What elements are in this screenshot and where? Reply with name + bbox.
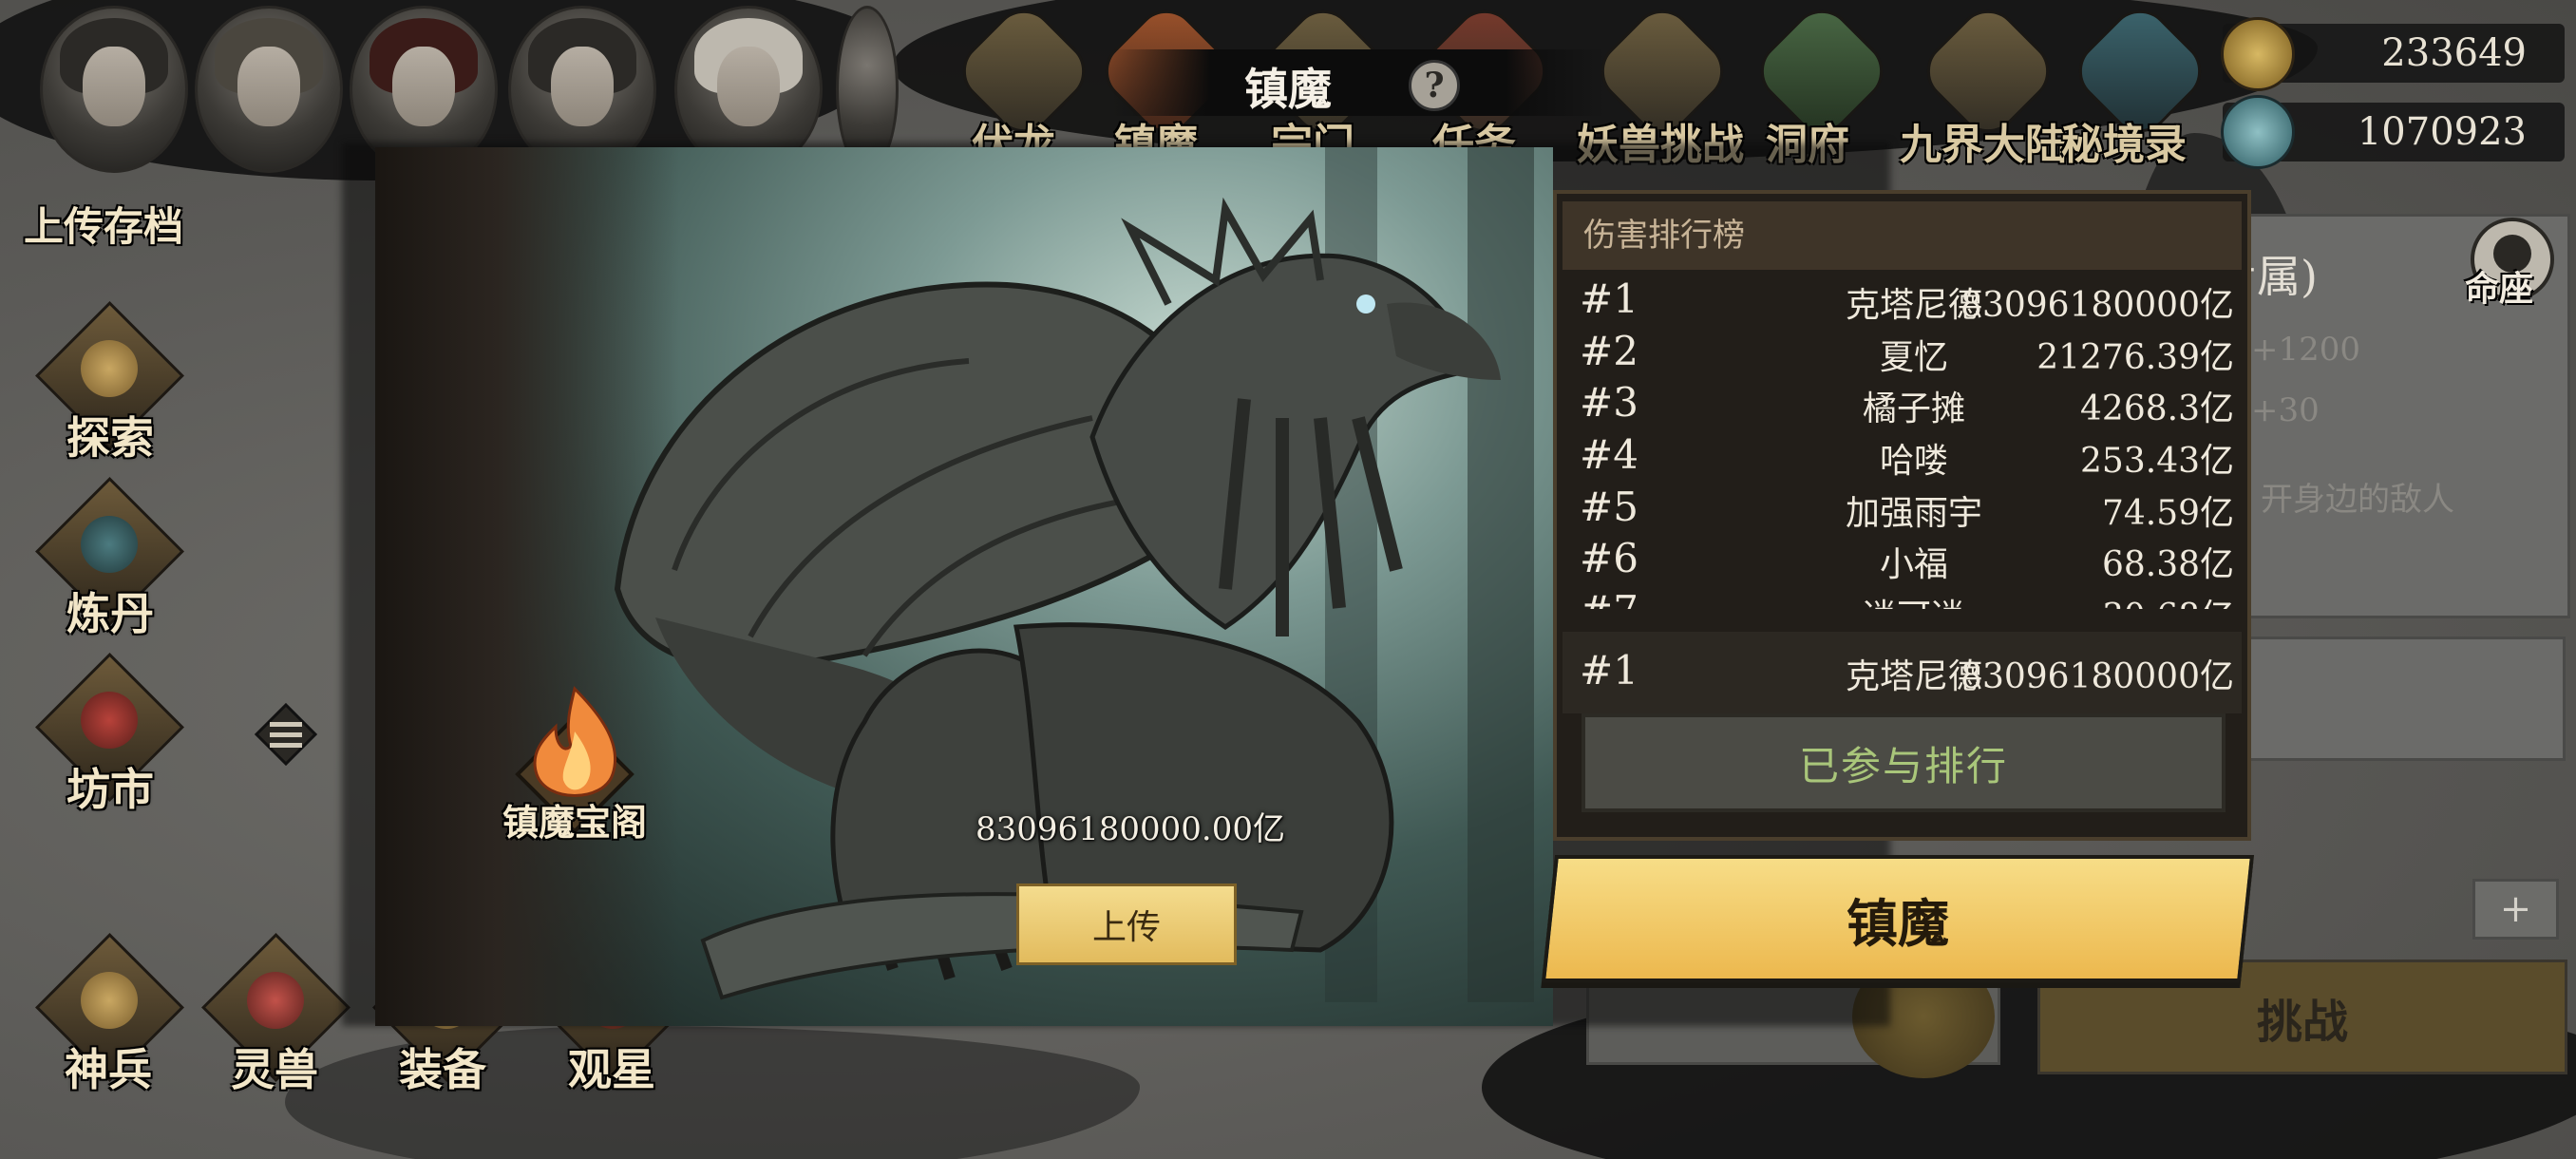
skill-desc: 开身边的敌人: [2261, 481, 2454, 519]
joined-ranking-button: 已参与排行: [1582, 713, 2226, 812]
explore-label: 探索: [66, 412, 154, 464]
equipment-label: 装备: [399, 1044, 486, 1095]
stat-1: +1200: [2251, 331, 2361, 369]
rank-row: #1 克塔尼德 83096180000亿: [1580, 276, 2234, 325]
subdue-button-label: 镇魔: [1847, 892, 1949, 954]
spirit-stone-value: 1070923: [2357, 110, 2527, 154]
background-card: [2223, 636, 2566, 761]
nav-continent[interactable]: 九界大陆: [1900, 0, 2071, 169]
leaderboard-title: 伤害排行榜: [1563, 201, 2242, 270]
spirit-beast-icon: [247, 972, 304, 1029]
rank-list[interactable]: #1 克塔尼德 83096180000亿 #2 夏忆 21276.39亿 #3 橘子摊 42…: [1563, 272, 2242, 609]
rank-row: #2 夏忆 21276.39亿: [1580, 328, 2234, 377]
weapon-icon: [81, 972, 138, 1029]
spirit-stone-icon: [2221, 95, 2295, 169]
boss-damage-text: 83096180000.00亿: [975, 810, 1286, 848]
nav-dragon[interactable]: 伏龙: [950, 0, 1098, 169]
subdue-vault-label[interactable]: 镇魔宝阁: [480, 793, 670, 846]
spirit-beast-label: 灵兽: [231, 1044, 318, 1095]
seat-label: 命座: [2465, 269, 2534, 309]
rank-row: #3 橘子摊 4268.3亿: [1580, 379, 2234, 428]
market-icon: [81, 692, 138, 749]
lantern-icon: [81, 340, 138, 397]
hero-portrait-1[interactable]: [40, 6, 188, 173]
market-label: 坊市: [66, 764, 154, 815]
weapon-label: 神兵: [65, 1044, 152, 1095]
copper-coin-icon: [2221, 17, 2295, 91]
alchemy-label: 炼丹: [66, 588, 154, 639]
upload-button[interactable]: 上传: [1016, 884, 1237, 965]
rank-row: #5 加强雨宇 74.59亿: [1580, 484, 2234, 533]
help-icon[interactable]: ?: [1409, 60, 1460, 111]
page-title: 镇魔: [1244, 64, 1332, 115]
title-bar: [1111, 49, 1605, 116]
stargazing-label: 观星: [568, 1044, 655, 1095]
nav-cave[interactable]: 洞府: [1748, 0, 1896, 169]
cauldron-icon: [81, 516, 138, 573]
rank-row: #4 哈喽 253.43亿: [1580, 431, 2234, 481]
copper-coin-value: 233649: [2381, 31, 2527, 75]
menu-toggle-icon[interactable]: [255, 703, 317, 766]
rank-row: #6 小福 68.38亿: [1580, 535, 2234, 584]
my-rank-row: #1 克塔尼德 83096180000亿: [1563, 632, 2242, 713]
subdue-button[interactable]: 镇魔: [1541, 855, 2255, 982]
rank-row: #7逍可逍30.68亿: [1563, 583, 2242, 609]
upload-save-link[interactable]: 上传存档: [24, 195, 183, 253]
stat-2: +30: [2251, 391, 2320, 429]
hero-portrait-2[interactable]: [195, 6, 343, 173]
add-button[interactable]: +: [2472, 879, 2559, 940]
nav-secret-realm[interactable]: 秘境录: [2061, 0, 2214, 169]
